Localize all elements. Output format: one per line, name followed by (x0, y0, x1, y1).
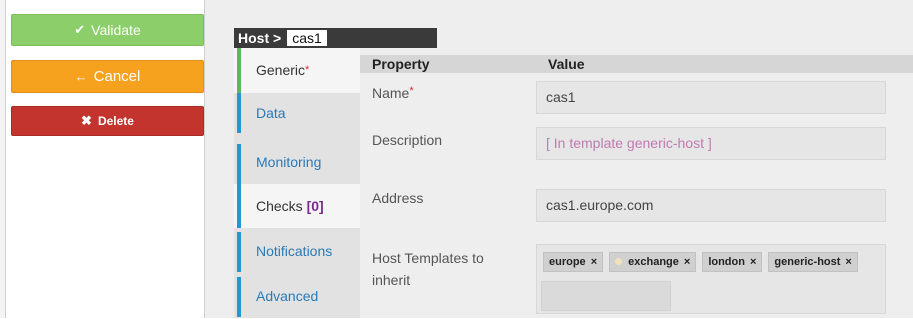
validate-button[interactable]: ✔ Validate (11, 14, 204, 46)
cancel-button[interactable]: ← Cancel (11, 60, 204, 93)
tab-generic[interactable]: Generic* (234, 48, 360, 93)
tab-notifications-label: Notifications (256, 243, 333, 259)
tab-advanced-label: Advanced (256, 288, 319, 304)
tab-marker (237, 184, 241, 228)
breadcrumb-prefix: Host > (238, 30, 282, 46)
template-search-input[interactable] (541, 281, 671, 311)
remove-tag-icon[interactable]: × (845, 256, 851, 268)
template-tag[interactable]: generic-host × (768, 252, 858, 272)
times-icon: ✖ (81, 113, 92, 128)
arrow-left-icon: ← (74, 69, 88, 84)
cancel-label: Cancel (93, 68, 141, 85)
drag-handle-icon (615, 258, 623, 265)
properties-header: Property Value (360, 55, 913, 73)
actions-panel: ✔ Validate ← Cancel ✖ Delete (6, 0, 205, 318)
checks-count: [0] (306, 198, 324, 214)
tab-monitoring-label: Monitoring (256, 154, 322, 170)
value-column-header: Value (548, 56, 585, 72)
template-tags: europe × exchange × london × generic-host × (543, 252, 858, 272)
tab-notifications[interactable]: Notifications (234, 228, 360, 273)
name-label: Name* (372, 85, 414, 101)
tab-advanced[interactable]: Advanced (234, 273, 360, 318)
tab-marker (237, 232, 241, 272)
validate-label: Validate (91, 22, 141, 38)
tab-marker (237, 144, 241, 184)
template-tag[interactable]: exchange × (609, 252, 697, 272)
address-label: Address (372, 190, 424, 206)
description-label: Description (372, 132, 443, 148)
template-tag[interactable]: europe × (543, 252, 604, 272)
breadcrumb: Host > cas1 (234, 28, 437, 48)
required-mark: * (305, 64, 310, 76)
tab-list: Generic* Data Monitoring Checks [0] Noti… (234, 48, 360, 318)
remove-tag-icon[interactable]: × (591, 256, 597, 268)
required-mark: * (409, 85, 414, 97)
delete-label: Delete (97, 114, 134, 128)
template-tag[interactable]: london × (702, 252, 763, 272)
tab-marker (237, 277, 241, 317)
host-editor: Host > cas1 Generic* Data Monitoring Che… (205, 0, 913, 318)
top-band (205, 0, 913, 28)
tab-generic-label: Generic (256, 62, 306, 78)
tab-marker (237, 93, 241, 133)
tab-checks-label: Checks (256, 198, 303, 214)
check-icon: ✔ (74, 22, 86, 37)
remove-tag-icon[interactable]: × (684, 256, 690, 268)
tab-marker (237, 48, 241, 93)
tab-monitoring[interactable]: Monitoring (234, 138, 360, 184)
property-column-header: Property (372, 56, 430, 72)
tab-checks[interactable]: Checks [0] (234, 184, 360, 228)
templates-field[interactable]: europe × exchange × london × generic-host × (536, 244, 886, 314)
tab-data[interactable]: Data (234, 93, 360, 138)
remove-tag-icon[interactable]: × (750, 256, 756, 268)
delete-button[interactable]: ✖ Delete (11, 106, 204, 136)
templates-label: Host Templates to inherit (372, 250, 484, 288)
name-field[interactable]: cas1 (536, 81, 886, 114)
tab-data-label: Data (256, 105, 286, 121)
address-field[interactable]: cas1.europe.com (536, 189, 886, 222)
breadcrumb-host-name: cas1 (287, 30, 327, 46)
description-field[interactable]: [ In template generic-host ] (536, 127, 886, 160)
properties-panel: Property Value Name* cas1 Description [ … (360, 48, 913, 318)
